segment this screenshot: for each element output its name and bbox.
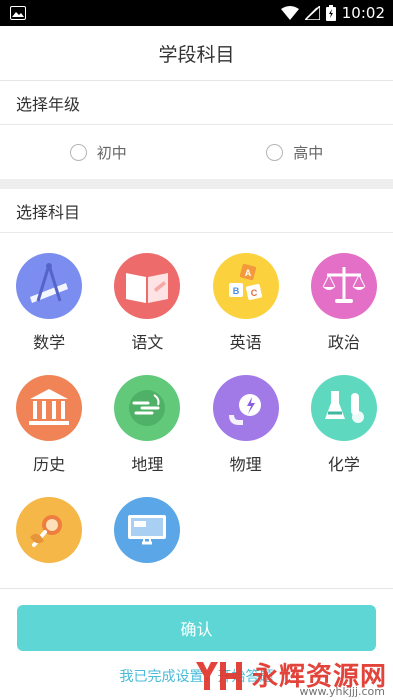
subject-label: 化学 [327,455,360,474]
svg-text:C: C [250,288,257,298]
subject-chemistry[interactable]: 化学 [295,375,393,487]
ancient-building-icon[interactable] [16,375,83,441]
subject-math[interactable]: 数学 [0,253,98,365]
subject-label: 数学 [33,333,66,352]
footer-divider [0,588,393,589]
subject-geography[interactable]: 地理 [98,375,196,487]
subject-label: 英语 [229,333,262,352]
grade-heading-label: 选择年级 [16,94,81,114]
gallery-notification-icon [10,6,26,20]
computer-icon[interactable] [114,497,181,563]
battery-charging-icon [325,5,336,21]
balance-scale-icon[interactable] [310,253,377,319]
subject-label: 政治 [327,333,360,352]
watermark-logo-icon [194,658,248,696]
radio-button-icon[interactable] [266,143,284,161]
subject-history[interactable]: 历史 [0,375,98,487]
radio-button-icon[interactable] [69,143,87,161]
subject-physics[interactable]: 物理 [197,375,295,487]
magnifier-leaf-icon[interactable] [16,497,83,563]
subject-grid: 数学 语文 B C A 英语 政治 历史 地理 物理 化学 [0,233,393,609]
math-tools-icon[interactable] [16,253,83,319]
page-title-bar: 学段科目 [0,26,393,81]
subject-it[interactable] [98,497,196,609]
signal-icon [304,6,320,20]
lab-flask-icon[interactable] [310,375,377,441]
subject-english[interactable]: B C A 英语 [197,253,295,365]
status-time: 10:02 [341,4,385,22]
grade-option-junior[interactable]: 初中 [0,142,197,163]
confirm-button[interactable]: 确认 [17,605,376,651]
grade-option-senior[interactable]: 高中 [197,142,393,163]
watermark-url: www.yhkjjj.com [299,685,386,698]
subject-biology[interactable] [0,497,98,609]
subject-label: 地理 [131,455,164,474]
grade-options: 初中 高中 [0,125,393,179]
physics-magnet-icon[interactable] [212,375,279,441]
grade-option-label: 高中 [293,143,324,162]
subject-section-heading: 选择科目 [0,189,393,233]
subject-label: 语文 [131,333,164,352]
watermark: 永辉资源网 www.yhkjjj.com [194,658,387,698]
subject-label: 物理 [229,455,262,474]
globe-icon[interactable] [114,375,181,441]
status-bar: 10:02 [0,0,393,26]
section-divider [0,179,393,189]
subject-chinese[interactable]: 语文 [98,253,196,365]
page-title: 学段科目 [158,43,235,66]
subject-label: 历史 [33,455,66,474]
wifi-icon [280,6,299,20]
abc-blocks-icon[interactable]: B C A [212,253,279,319]
grade-option-label: 初中 [96,143,127,162]
svg-text:A: A [244,268,251,278]
open-book-icon[interactable] [114,253,181,319]
svg-text:B: B [232,286,239,296]
grade-section-heading: 选择年级 [0,81,393,125]
subject-politics[interactable]: 政治 [295,253,393,365]
subject-heading-label: 选择科目 [16,202,81,222]
